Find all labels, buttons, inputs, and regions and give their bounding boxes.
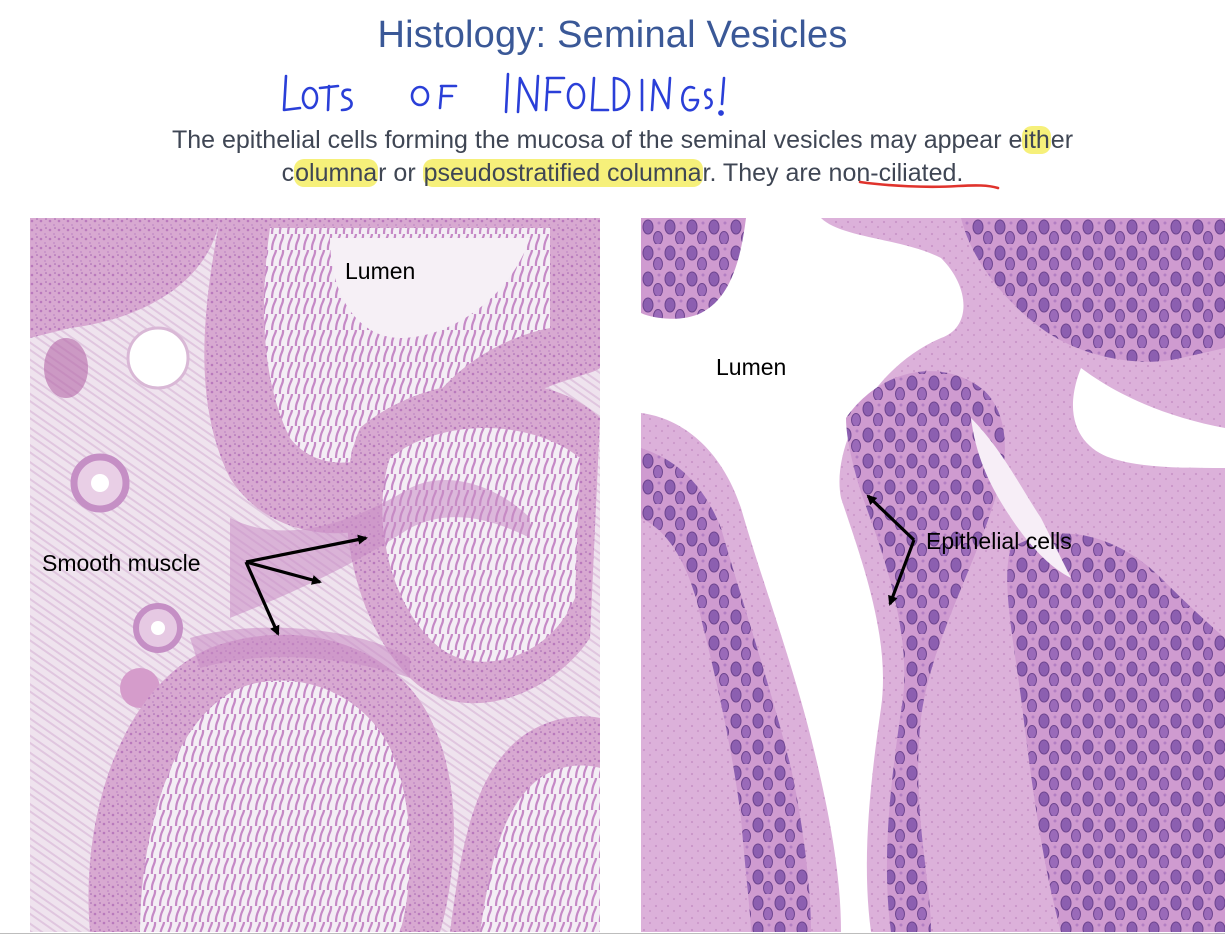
- handwritten-note: [282, 72, 726, 116]
- slide: Histology: Seminal Vesicles The epitheli…: [0, 0, 1225, 936]
- label-lumen-right: Lumen: [716, 354, 787, 380]
- body-line-1-text: The epithelial cells forming the mucosa …: [171, 126, 1023, 154]
- body-line-1: The epithelial cells forming the mucosa …: [0, 124, 1225, 157]
- body-line-1-end: er: [1050, 126, 1074, 154]
- body-line-2: columnar or pseudostratified columnar. T…: [0, 157, 1225, 190]
- highlight-columnar: olumna: [294, 159, 379, 187]
- red-underline: [858, 180, 1000, 190]
- micrograph-high-magnification: [641, 218, 1225, 932]
- label-lumen-left: Lumen: [345, 258, 416, 284]
- body-line-2-start: c: [281, 159, 295, 187]
- highlight-pseudostratified: pseudostratified columna: [422, 159, 703, 187]
- body-line-2-middle: r or: [378, 159, 423, 187]
- highlight-either: ith: [1022, 126, 1051, 154]
- bottom-rule: [0, 933, 1225, 934]
- label-epithelial-cells: Epithelial cells: [926, 528, 1072, 554]
- body-text: The epithelial cells forming the mucosa …: [0, 124, 1225, 190]
- slide-title: Histology: Seminal Vesicles: [377, 14, 848, 56]
- label-smooth-muscle: Smooth muscle: [42, 550, 201, 576]
